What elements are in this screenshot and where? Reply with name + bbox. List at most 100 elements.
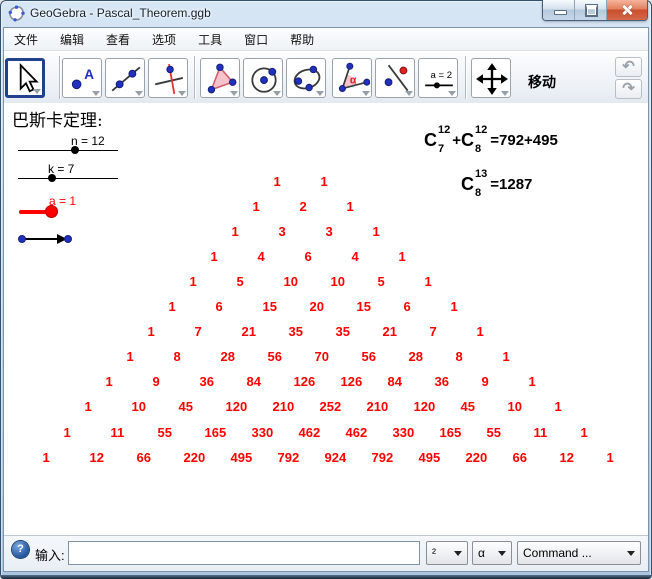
command-input[interactable] (68, 541, 420, 565)
triangle-number: 84 (246, 374, 261, 390)
greek-symbol-dropdown[interactable]: α (472, 541, 512, 565)
title-bar: GeoGebra - Pascal_Theorem.ggb (0, 0, 652, 28)
triangle-number: 66 (136, 449, 151, 465)
chevron-down-icon (454, 550, 462, 556)
menu-edit[interactable]: 编辑 (54, 28, 90, 51)
chevron-down-icon (273, 91, 281, 96)
geogebra-window: GeoGebra - Pascal_Theorem.ggb 文件 编辑 查看 选… (0, 0, 652, 579)
triangle-number: 220 (465, 449, 488, 465)
line-tool-button[interactable] (105, 58, 145, 98)
formula-subscript: 8 (475, 143, 482, 155)
active-tool-label: 移动 (528, 74, 556, 90)
triangle-number: 3 (325, 223, 333, 239)
triangle-number: 6 (215, 299, 223, 314)
slider-tool-button[interactable]: a = 2 (418, 58, 458, 98)
input-bar: ? 输入: ² α Command ... (4, 535, 648, 571)
triangle-number: 5 (236, 273, 244, 289)
triangle-number: 70 (314, 349, 329, 365)
triangle-number: 15 (356, 299, 371, 314)
triangle-number: 1 (189, 273, 197, 289)
canvas-heading: 巴斯卡定理: (12, 111, 103, 131)
slider-n-track[interactable] (18, 150, 118, 151)
triangle-number: 792 (371, 449, 394, 465)
triangle-number: 462 (345, 424, 368, 440)
triangle-number: 10 (131, 399, 146, 415)
circle-tool-button[interactable] (243, 58, 283, 98)
reflect-tool-button[interactable] (375, 58, 415, 98)
menu-view[interactable]: 查看 (100, 28, 136, 51)
vector-end-point[interactable] (64, 235, 72, 243)
slider-n-handle[interactable] (71, 146, 79, 154)
chevron-down-icon (33, 89, 41, 94)
perpendicular-line-tool-button[interactable] (148, 58, 188, 98)
triangle-number: 7 (194, 324, 202, 340)
menu-window[interactable]: 窗口 (238, 28, 274, 51)
command-dropdown[interactable]: Command ... (517, 541, 641, 565)
triangle-number: 120 (225, 399, 248, 415)
triangle-number: 165 (439, 424, 462, 440)
binomial-sum-formula: C 12 7 + C 12 8 =792+495 (424, 124, 558, 155)
slider-a-handle[interactable] (45, 205, 58, 218)
client-area: 文件 编辑 查看 选项 工具 窗口 帮助 A α a = 2 移动 ↶ ↷ 巴斯… (4, 28, 648, 571)
menu-file[interactable]: 文件 (8, 28, 44, 51)
triangle-number: 21 (241, 324, 256, 340)
triangle-number: 1 (528, 374, 536, 390)
triangle-number: 45 (178, 399, 193, 415)
formula-subscript: 8 (475, 187, 482, 199)
triangle-number: 330 (251, 424, 274, 440)
triangle-number: 220 (183, 449, 206, 465)
maximize-button[interactable] (574, 0, 606, 20)
triangle-number: 1 (63, 424, 71, 440)
point-tool-button[interactable]: A (62, 58, 102, 98)
triangle-number: 35 (335, 324, 350, 340)
triangle-number: 1 (42, 449, 50, 465)
svg-text:A: A (84, 66, 94, 82)
move-canvas-tool-button[interactable] (471, 58, 511, 98)
exponent-dropdown[interactable]: ² (426, 541, 468, 565)
undo-button[interactable]: ↶ (615, 57, 642, 77)
move-tool-button[interactable] (5, 58, 45, 98)
triangle-number: 11 (533, 424, 548, 440)
triangle-number: 9 (481, 374, 489, 390)
help-icon[interactable]: ? (12, 541, 29, 558)
triangle-number: 1 (450, 299, 458, 314)
triangle-number: 10 (507, 399, 522, 415)
toolbar-separator (194, 56, 195, 99)
binomial-result-formula: C 13 8 =1287 (461, 168, 533, 199)
menu-tools[interactable]: 工具 (192, 28, 228, 51)
menu-help[interactable]: 帮助 (284, 28, 320, 51)
redo-icon: ↷ (622, 80, 635, 97)
window-bottom-edge (0, 575, 652, 579)
triangle-number: 5 (377, 273, 385, 289)
triangle-number: 66 (512, 449, 527, 465)
vector-start-point[interactable] (18, 235, 26, 243)
triangle-number: 1 (231, 223, 239, 239)
chevron-down-icon (362, 91, 370, 96)
vector-segment[interactable] (22, 238, 62, 240)
close-button[interactable] (606, 0, 647, 20)
slider-k-handle[interactable] (48, 174, 56, 182)
triangle-number: 20 (309, 299, 324, 314)
menu-options[interactable]: 选项 (146, 28, 182, 51)
minimize-button[interactable] (543, 0, 574, 20)
svg-text:α: α (350, 74, 357, 86)
triangle-number: 36 (434, 374, 449, 390)
triangle-number: 2 (299, 198, 307, 214)
slider-k-track[interactable] (18, 178, 118, 179)
triangle-number: 15 (262, 299, 277, 314)
triangle-number: 28 (220, 349, 235, 365)
triangle-number: 1 (398, 248, 406, 264)
polygon-tool-button[interactable] (200, 58, 240, 98)
triangle-number: 6 (403, 299, 411, 314)
ellipse-tool-button[interactable] (286, 58, 326, 98)
triangle-number: 1 (476, 324, 484, 340)
angle-tool-button[interactable]: α (332, 58, 372, 98)
triangle-number: 55 (157, 424, 172, 440)
minimize-icon (553, 10, 567, 15)
toolbar: A α a = 2 移动 ↶ ↷ (4, 52, 648, 104)
triangle-number: 8 (455, 349, 463, 365)
triangle-number: 1 (502, 349, 510, 365)
triangle-number: 4 (351, 248, 359, 264)
redo-button[interactable]: ↷ (615, 79, 642, 99)
chevron-down-icon (178, 91, 186, 96)
